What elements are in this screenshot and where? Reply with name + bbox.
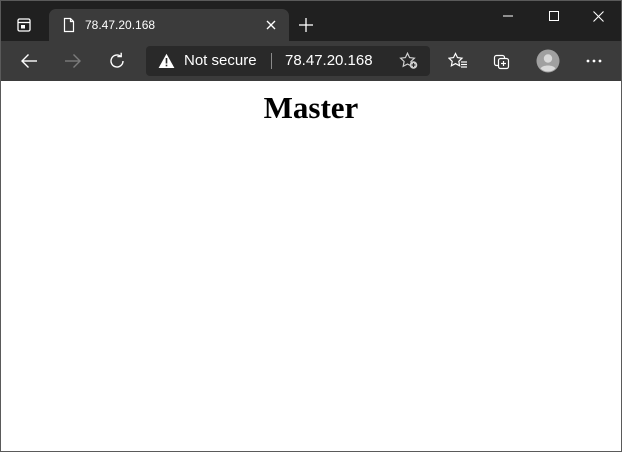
star-add-icon [399, 52, 418, 69]
forward-arrow-icon [65, 54, 81, 68]
page-icon [63, 17, 75, 33]
refresh-icon [110, 52, 124, 68]
refresh-button[interactable] [102, 47, 132, 75]
tab-actions-icon [17, 18, 31, 32]
address-bar[interactable]: Not secure 78.47.20.168 [146, 46, 430, 76]
plus-icon [299, 18, 313, 32]
new-tab-button[interactable] [293, 12, 319, 38]
tab-strip: 78.47.20.168 [1, 1, 621, 41]
minimize-button[interactable] [485, 1, 531, 31]
close-icon [266, 20, 276, 30]
page-heading: Master [263, 90, 359, 125]
security-status-label[interactable]: Not secure [184, 52, 257, 70]
page-content: Master [1, 81, 621, 451]
collections-icon [493, 54, 510, 70]
close-icon [592, 10, 604, 22]
browser-window: 78.47.20.168 Not secure 78.47.20.168 Mas… [0, 0, 622, 452]
tab-close-button[interactable] [261, 15, 281, 35]
profile-button[interactable] [533, 47, 563, 75]
tab-actions-button[interactable] [11, 12, 37, 38]
maximize-button[interactable] [531, 1, 577, 31]
favorites-icon [448, 52, 467, 68]
back-arrow-icon [21, 54, 37, 68]
tab-active[interactable]: 78.47.20.168 [49, 9, 289, 41]
tab-title: 78.47.20.168 [85, 18, 156, 32]
warning-icon [158, 53, 175, 68]
collections-button[interactable] [487, 47, 517, 75]
address-divider [271, 53, 272, 69]
back-button[interactable] [14, 47, 44, 75]
forward-button[interactable] [58, 47, 88, 75]
add-favorite-button[interactable] [398, 51, 420, 71]
more-icon [586, 59, 602, 63]
url-text[interactable]: 78.47.20.168 [285, 52, 373, 70]
more-button[interactable] [579, 47, 609, 75]
minimize-icon [503, 15, 513, 17]
browser-toolbar: Not secure 78.47.20.168 [1, 41, 621, 81]
favorites-button[interactable] [443, 47, 473, 75]
profile-avatar-icon [536, 49, 560, 73]
close-window-button[interactable] [575, 1, 621, 31]
maximize-icon [549, 11, 559, 21]
